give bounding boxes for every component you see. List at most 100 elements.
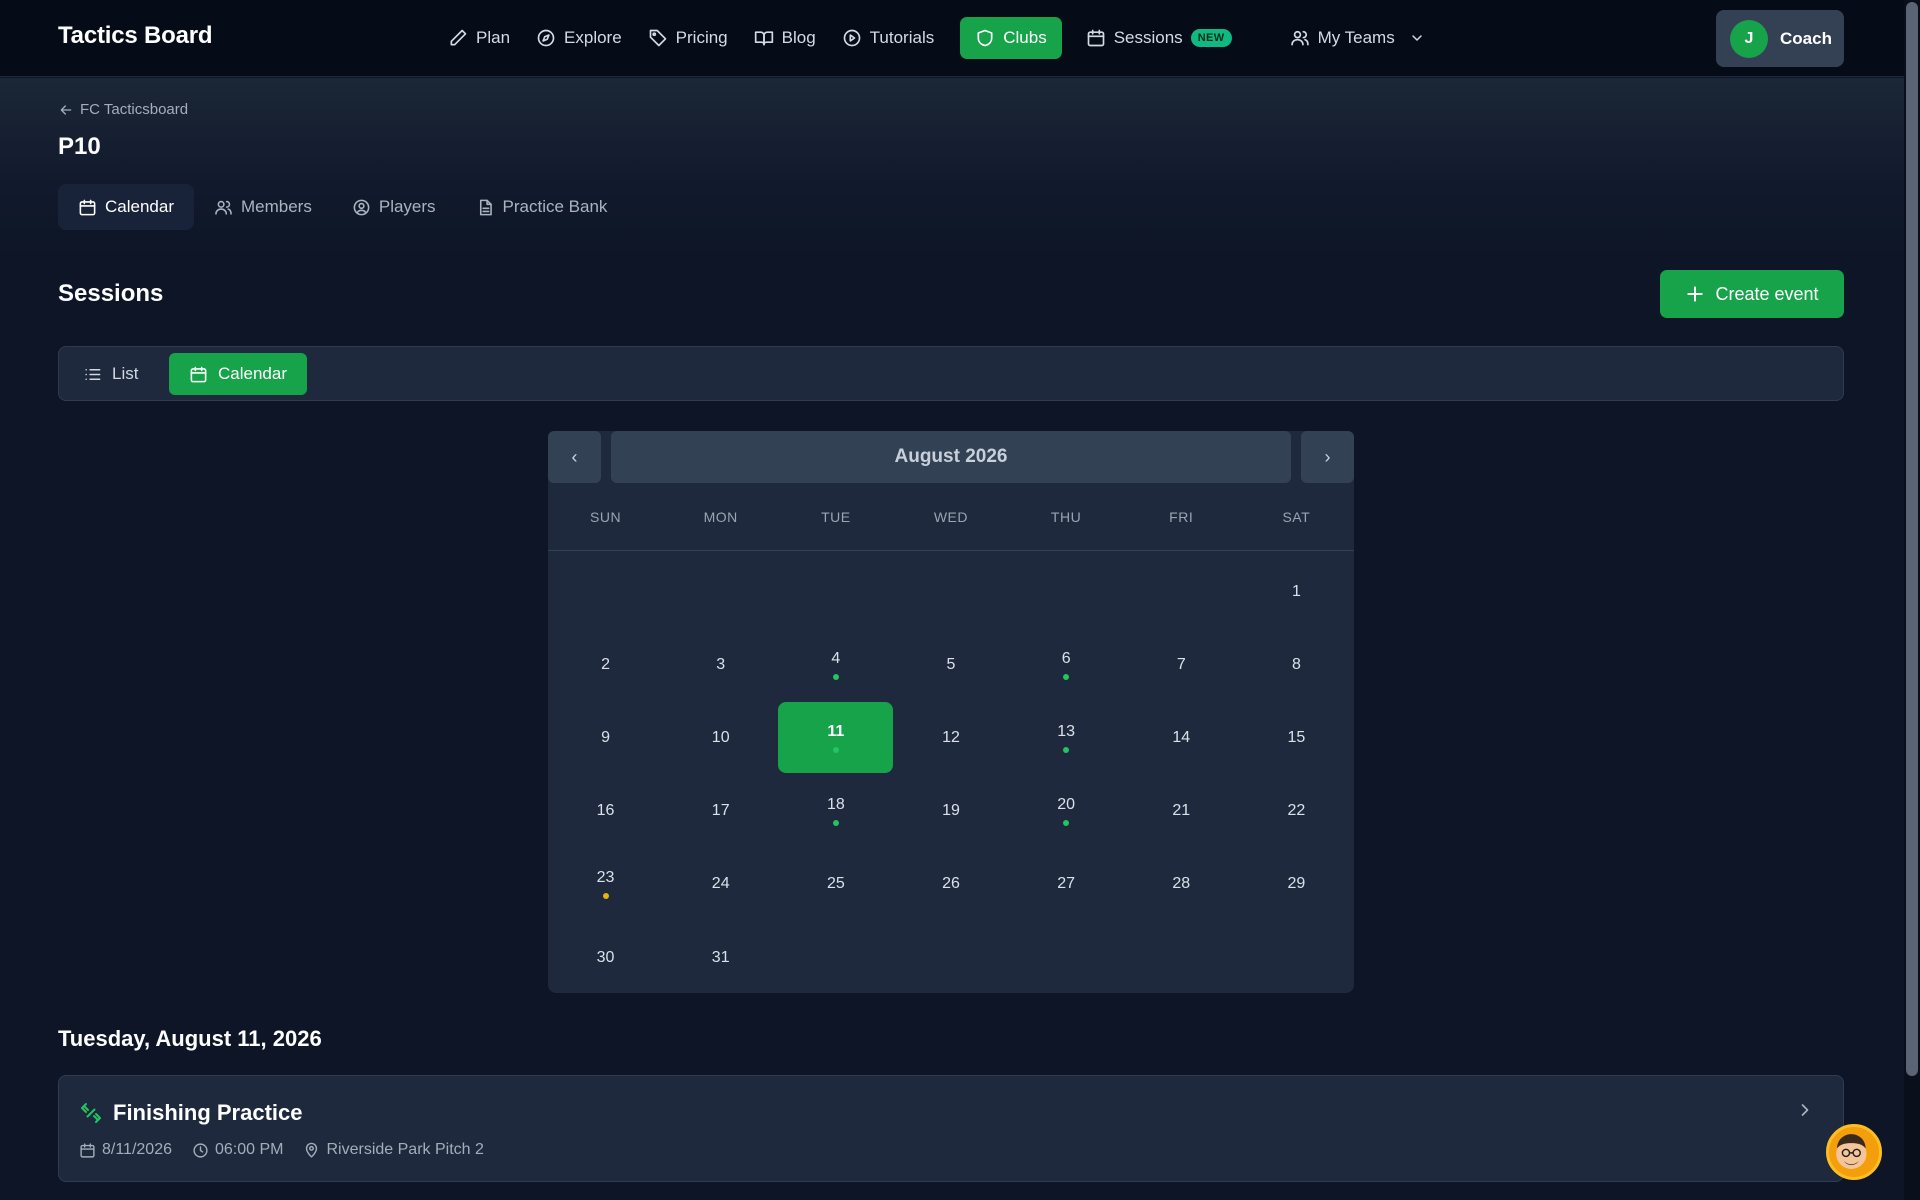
user-menu-button[interactable]: J Coach: [1716, 10, 1844, 67]
create-event-button[interactable]: Create event: [1660, 270, 1844, 318]
calendar-day[interactable]: 24: [663, 849, 778, 920]
calendar-day[interactable]: 1: [1239, 556, 1354, 627]
nav-clubs-label: Clubs: [1003, 28, 1047, 47]
weekday-header: SUN MON TUE WED THU FRI SAT: [548, 483, 1354, 551]
book-open-icon: [754, 31, 773, 46]
view-calendar-button[interactable]: Calendar: [169, 353, 307, 395]
calendar-day[interactable]: 31: [663, 922, 778, 993]
plus-icon: [1687, 286, 1704, 302]
view-list-button[interactable]: List: [63, 353, 158, 395]
next-month-button[interactable]: ›: [1301, 431, 1354, 483]
tab-calendar[interactable]: Calendar: [58, 184, 194, 230]
nav-plan[interactable]: Plan: [436, 17, 522, 59]
nav-sessions[interactable]: Sessions NEW: [1074, 17, 1244, 59]
create-event-label: Create event: [1715, 283, 1819, 304]
nav-explore-label: Explore: [564, 28, 622, 47]
scrollbar-thumb[interactable]: [1906, 2, 1918, 1076]
calendar-day[interactable]: 29: [1239, 849, 1354, 920]
weekday-label: SAT: [1282, 508, 1311, 525]
calendar-day[interactable]: 10: [663, 702, 778, 773]
play-circle-icon: [843, 29, 861, 47]
weekday-label: MON: [703, 508, 738, 525]
calendar-day[interactable]: 7: [1124, 629, 1239, 700]
map-pin-icon: [306, 1142, 318, 1158]
tab-calendar-label: Calendar: [105, 197, 174, 216]
top-navigation-bar: Tactics Board Plan Explore Pricing Blog …: [0, 0, 1904, 77]
calendar-day[interactable]: 20: [1009, 776, 1124, 847]
calendar-day[interactable]: 13: [1009, 702, 1124, 773]
calendar-day[interactable]: 4: [778, 629, 893, 700]
calendar-day[interactable]: 9: [548, 702, 663, 773]
nav-blog-label: Blog: [781, 28, 816, 47]
back-link-label: FC Tacticsboard: [80, 101, 189, 118]
calendar-day-number: 22: [1287, 802, 1306, 820]
calendar-day[interactable]: 5: [894, 629, 1009, 700]
event-date: 8/11/2026: [79, 1141, 172, 1159]
pencil-icon: [450, 29, 467, 46]
compass-icon: [537, 29, 555, 47]
nav-blog[interactable]: Blog: [742, 17, 828, 59]
calendar-day-number: 20: [1057, 796, 1076, 814]
calendar-day-number: 10: [711, 728, 730, 746]
calendar-day-number: 27: [1057, 875, 1076, 893]
sessions-heading: Sessions: [58, 280, 164, 307]
chevron-down-icon: [1411, 35, 1422, 41]
event-title: Finishing Practice: [113, 1100, 303, 1125]
tab-members[interactable]: Members: [194, 184, 332, 230]
calendar-day[interactable]: 30: [548, 922, 663, 993]
assistant-avatar-button[interactable]: [1826, 1124, 1882, 1180]
calendar-day[interactable]: 22: [1239, 776, 1354, 847]
month-calendar: ‹ August 2026 › SUN MON TUE WED THU FRI …: [548, 431, 1354, 993]
nav-pricing[interactable]: Pricing: [636, 17, 740, 59]
tab-practice-bank-label: Practice Bank: [502, 197, 608, 216]
calendar-day[interactable]: 3: [663, 629, 778, 700]
calendar-day[interactable]: 14: [1124, 702, 1239, 773]
calendar-day-number: 25: [826, 875, 845, 893]
nav-explore[interactable]: Explore: [524, 17, 634, 59]
month-label: August 2026: [611, 431, 1291, 483]
calendar-day[interactable]: 26: [894, 849, 1009, 920]
calendar-day[interactable]: 25: [778, 849, 893, 920]
calendar-day[interactable]: 19: [894, 776, 1009, 847]
calendar-day-number: 14: [1172, 728, 1191, 746]
calendar-day[interactable]: 15: [1239, 702, 1354, 773]
calendar-day[interactable]: 2: [548, 629, 663, 700]
calendar-day[interactable]: 8: [1239, 629, 1354, 700]
tab-members-label: Members: [241, 197, 312, 216]
calendar-day[interactable]: 18: [778, 776, 893, 847]
event-location: Riverside Park Pitch 2: [303, 1141, 484, 1159]
calendar-day-number: 11: [827, 722, 845, 740]
calendar-icon: [190, 366, 207, 382]
calendar-day[interactable]: 16: [548, 776, 663, 847]
previous-month-button[interactable]: ‹: [548, 431, 601, 483]
calendar-day[interactable]: 17: [663, 776, 778, 847]
weekday-label: THU: [1050, 508, 1082, 525]
calendar-day-number: 4: [831, 649, 841, 667]
event-indicator-dot: [832, 673, 839, 680]
event-card[interactable]: Finishing Practice 8/11/2026 06:00 PM Ri…: [58, 1075, 1844, 1182]
brand-logo-text[interactable]: Tactics Board: [58, 22, 213, 50]
calendar-day[interactable]: 27: [1009, 849, 1124, 920]
nav-tutorials[interactable]: Tutorials: [830, 17, 947, 59]
selected-date-heading: Tuesday, August 11, 2026: [58, 1026, 322, 1051]
calendar-day[interactable]: 21: [1124, 776, 1239, 847]
weekday-label: SUN: [590, 508, 622, 525]
calendar-day[interactable]: 28: [1124, 849, 1239, 920]
calendar-day-number: 18: [826, 796, 845, 814]
calendar-day[interactable]: 11: [778, 702, 894, 774]
calendar-day-number: 7: [1176, 655, 1186, 673]
calendar-day-number: 21: [1172, 802, 1191, 820]
calendar-day[interactable]: 23: [548, 849, 663, 920]
calendar-icon: [80, 1142, 95, 1158]
calendar-day[interactable]: 12: [894, 702, 1009, 773]
event-title-row: Finishing Practice: [79, 1100, 303, 1126]
nav-my-teams[interactable]: My Teams: [1278, 17, 1437, 59]
users-icon: [215, 200, 232, 215]
nav-clubs[interactable]: Clubs: [960, 17, 1062, 59]
calendar-day[interactable]: 6: [1009, 629, 1124, 700]
user-role-label: Coach: [1780, 28, 1832, 48]
back-to-club-link[interactable]: FC Tacticsboard: [58, 101, 188, 118]
team-tabs: Calendar Members Players Practice Bank: [58, 184, 627, 230]
tab-players[interactable]: Players: [332, 184, 456, 230]
tab-practice-bank[interactable]: Practice Bank: [456, 184, 628, 230]
